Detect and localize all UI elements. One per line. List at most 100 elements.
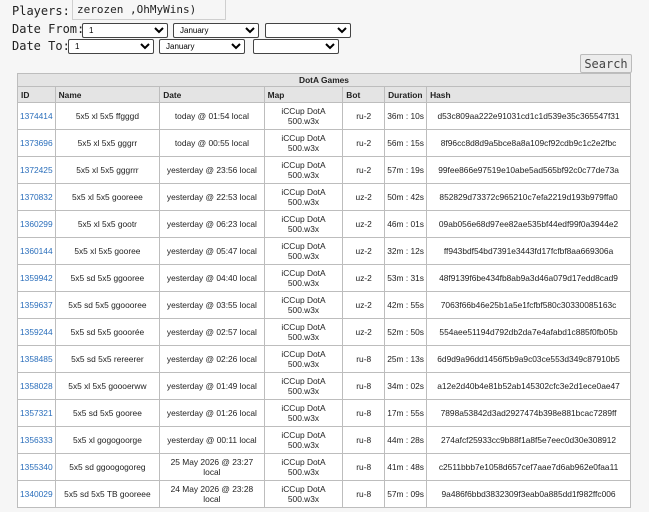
game-id-link[interactable]: 1355340 [20, 462, 53, 472]
cell-bot: uz-2 [342, 291, 386, 319]
cell-id: 1359942 [17, 264, 56, 292]
cell-duration: 17m : 55s [384, 399, 428, 427]
players-label: Players: [12, 4, 70, 18]
cell-id: 1340029 [17, 480, 56, 508]
cell-bot: ru-2 [342, 156, 386, 184]
cell-date: yesterday @ 06:23 local [159, 210, 265, 238]
date-to-day-select[interactable]: 1 [68, 39, 154, 54]
cell-id: 1357321 [17, 399, 56, 427]
cell-map: iCCup DotA 500.w3x [263, 399, 344, 427]
game-id-link[interactable]: 1357321 [20, 408, 53, 418]
cell-map: iCCup DotA 500.w3x [263, 129, 344, 157]
cell-duration: 46m : 01s [384, 210, 428, 238]
table-row: 1358485 5x5 sd 5x5 rereerer yesterday @ 02… [17, 345, 631, 373]
game-id-link[interactable]: 1372425 [20, 165, 53, 175]
table-row: 1355340 5x5 sd ggoogogoreg 25 May 2026 @ 2… [17, 453, 631, 481]
cell-bot: ru-8 [342, 453, 386, 481]
date-to-month-select[interactable]: January [159, 39, 245, 54]
cell-duration: 34m : 02s [384, 372, 428, 400]
cell-hash: 99fee866e97519e10abe5ad565bf92c0c77de73a [426, 156, 631, 184]
cell-hash: 9a486f6bbd3832309f3eab0a885dd1f982ffc006 [426, 480, 631, 508]
cell-hash: 274afcf25933cc9b88f1a8f5e7eec0d30e308912 [426, 426, 631, 454]
date-from-month-select[interactable]: January [173, 23, 259, 38]
cell-name: 5x5 sd 5x5 ggoooree [54, 291, 161, 319]
cell-map: iCCup DotA 500.w3x [263, 318, 344, 346]
cell-map: iCCup DotA 500.w3x [263, 291, 344, 319]
cell-date: yesterday @ 04:40 local [159, 264, 265, 292]
cell-hash: 48f9139f6be434fb8ab9a3d46a079d17edd8cad9 [426, 264, 631, 292]
search-button[interactable]: Search [580, 54, 632, 73]
game-id-link[interactable]: 1356333 [20, 435, 53, 445]
table-row: 1358028 5x5 xl 5x5 goooerww yesterday @ 01… [17, 372, 631, 400]
cell-map: iCCup DotA 500.w3x [263, 237, 344, 265]
cell-duration: 44m : 28s [384, 426, 428, 454]
game-id-link[interactable]: 1358028 [20, 381, 53, 391]
cell-duration: 32m : 12s [384, 237, 428, 265]
cell-duration: 36m : 10s [384, 102, 428, 130]
table-row: 1374414 5x5 xl 5x5 ffgggd today @ 01:54 lo… [17, 102, 631, 130]
cell-id: 1360299 [17, 210, 56, 238]
date-from-year-select[interactable] [265, 23, 351, 38]
cell-duration: 56m : 15s [384, 129, 428, 157]
table-row: 1359942 5x5 sd 5x5 ggooree yesterday @ 04:… [17, 264, 631, 292]
game-id-link[interactable]: 1359244 [20, 327, 53, 337]
game-id-link[interactable]: 1374414 [20, 111, 53, 121]
cell-map: iCCup DotA 500.w3x [263, 453, 344, 481]
cell-id: 1370832 [17, 183, 56, 211]
cell-hash: 8f96cc8d8d9a5bce8a8a109cf92cdb9c1c2e2fbc [426, 129, 631, 157]
game-id-link[interactable]: 1360144 [20, 246, 53, 256]
column-header-date: Date [159, 86, 265, 103]
game-id-link[interactable]: 1373696 [20, 138, 53, 148]
cell-bot: uz-2 [342, 237, 386, 265]
cell-duration: 57m : 09s [384, 480, 428, 508]
cell-name: 5x5 xl 5x5 gooree [54, 237, 161, 265]
column-header-hash: Hash [426, 86, 631, 103]
cell-date: yesterday @ 03:55 local [159, 291, 265, 319]
cell-name: 5x5 sd ggoogogoreg [54, 453, 161, 481]
players-input[interactable]: zerozen ,OhMyWins) [72, 0, 226, 20]
cell-bot: ru-8 [342, 480, 386, 508]
cell-name: 5x5 sd 5x5 rereerer [54, 345, 161, 373]
column-header-bot: Bot [342, 86, 386, 103]
date-from-day-select[interactable]: 1 [82, 23, 168, 38]
games-table: DotA Games ID Name Date Map Bot Duration Hash … [17, 73, 631, 508]
cell-hash: a12e2d40b4e81b52ab145302cfc3e2d1ece0ae47 [426, 372, 631, 400]
cell-hash: ff943bdf54bd7391e3443fd17fcfbf8aa669306a [426, 237, 631, 265]
cell-hash: d53c809aa222e91031cd1c1d539e35c365547f31 [426, 102, 631, 130]
cell-map: iCCup DotA 500.w3x [263, 372, 344, 400]
cell-map: iCCup DotA 500.w3x [263, 345, 344, 373]
date-from-label: Date From: [12, 22, 85, 36]
cell-map: iCCup DotA 500.w3x [263, 102, 344, 130]
cell-name: 5x5 xl 5x5 ffgggd [54, 102, 161, 130]
table-body: 1374414 5x5 xl 5x5 ffgggd today @ 01:54 lo… [17, 102, 631, 508]
cell-bot: ru-8 [342, 426, 386, 454]
column-header-duration: Duration [384, 86, 428, 103]
game-id-link[interactable]: 1359637 [20, 300, 53, 310]
cell-date: yesterday @ 01:26 local [159, 399, 265, 427]
cell-name: 5x5 xl gogogoorge [54, 426, 161, 454]
cell-date: yesterday @ 23:56 local [159, 156, 265, 184]
cell-map: iCCup DotA 500.w3x [263, 480, 344, 508]
game-id-link[interactable]: 1359942 [20, 273, 53, 283]
table-row: 1356333 5x5 xl gogogoorge yesterday @ 00:1… [17, 426, 631, 454]
cell-bot: uz-2 [342, 183, 386, 211]
cell-id: 1360144 [17, 237, 56, 265]
cell-date: yesterday @ 00:11 local [159, 426, 265, 454]
cell-date: yesterday @ 05:47 local [159, 237, 265, 265]
cell-date: 24 May 2026 @ 23:28 local [159, 480, 265, 508]
cell-hash: 7063f66b46e25b1a5e1fcfbf580c30330085163c [426, 291, 631, 319]
date-to-label: Date To: [12, 39, 70, 53]
cell-bot: ru-8 [342, 399, 386, 427]
table-row: 1359244 5x5 sd 5x5 gooorée yesterday @ 02:… [17, 318, 631, 346]
game-id-link[interactable]: 1358485 [20, 354, 53, 364]
cell-bot: uz-2 [342, 210, 386, 238]
date-to-year-select[interactable] [253, 39, 339, 54]
column-header-map: Map [263, 86, 344, 103]
cell-bot: ru-2 [342, 129, 386, 157]
game-id-link[interactable]: 1360299 [20, 219, 53, 229]
cell-duration: 53m : 31s [384, 264, 428, 292]
game-id-link[interactable]: 1340029 [20, 489, 53, 499]
game-id-link[interactable]: 1370832 [20, 192, 53, 202]
cell-duration: 41m : 48s [384, 453, 428, 481]
table-row: 1360144 5x5 xl 5x5 gooree yesterday @ 05:4… [17, 237, 631, 265]
